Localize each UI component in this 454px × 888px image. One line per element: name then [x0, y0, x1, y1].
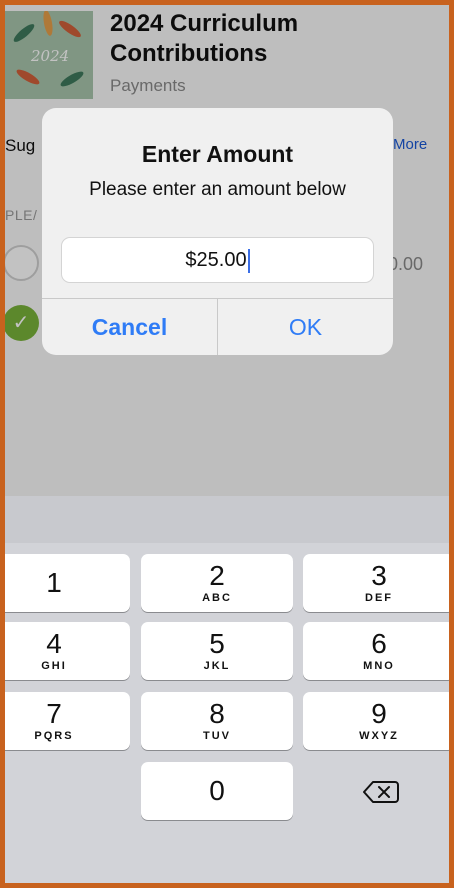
key-3[interactable]: 3 DEF — [303, 554, 449, 612]
keyboard-accessory-bar — [5, 496, 449, 543]
cancel-button[interactable]: Cancel — [42, 299, 217, 355]
enter-amount-dialog: Enter Amount Please enter an amount belo… — [42, 108, 393, 355]
dialog-message: Please enter an amount below — [89, 179, 346, 200]
amount-input-value: $25.00 — [185, 249, 247, 271]
key-1[interactable]: 1 — [5, 554, 130, 612]
numeric-keypad: 1 2 ABC 3 DEF 4 GHI 5 JKL 6 MNO 7 PQRS 8 TUV 9W… — [5, 496, 449, 883]
key-0[interactable]: 0 — [141, 762, 293, 820]
key-2[interactable]: 2 ABC — [141, 554, 293, 612]
key-5[interactable]: 5 JKL — [141, 622, 293, 680]
key-4[interactable]: 4 GHI — [5, 622, 130, 680]
backspace-icon[interactable] — [361, 777, 401, 807]
dialog-title: Enter Amount — [141, 141, 294, 167]
key-7[interactable]: 7 PQRS — [5, 692, 130, 750]
ok-button[interactable]: OK — [218, 299, 393, 355]
amount-input[interactable]: $25.00 — [61, 237, 374, 283]
text-caret — [247, 248, 250, 273]
key-6[interactable]: 6 MNO — [303, 622, 449, 680]
app-screen: 2024 2024 Curriculum Contributions Payme… — [5, 5, 449, 883]
key-8[interactable]: 8 TUV — [141, 692, 293, 750]
key-9[interactable]: 9 WXYZ — [303, 692, 449, 750]
